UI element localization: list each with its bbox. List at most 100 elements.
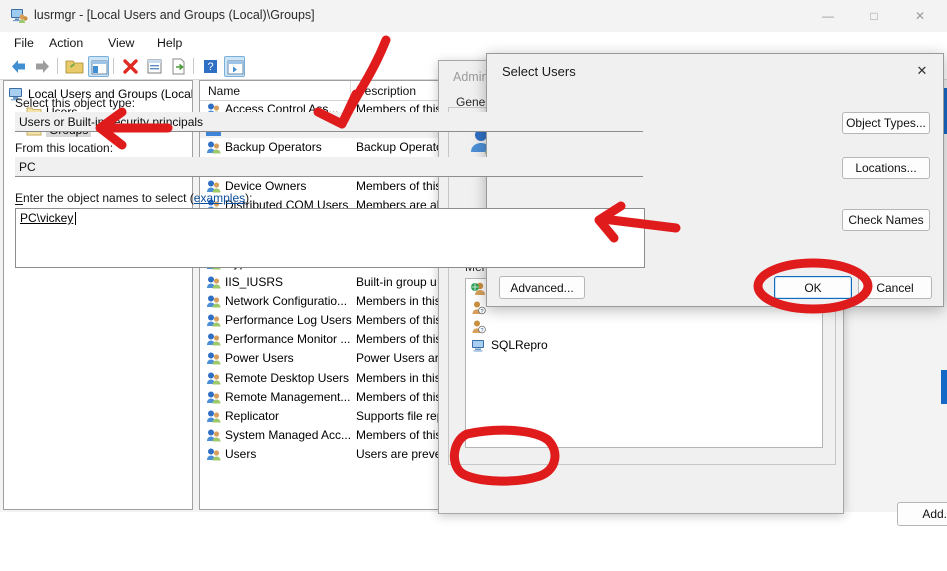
user-unknown-icon: ? [471,300,486,315]
show-hide-action-pane-icon[interactable] [224,56,245,77]
group-description-cell: Members of this [356,332,442,347]
delete-icon[interactable] [120,56,141,77]
minimize-icon: — [822,9,834,23]
svg-text:?: ? [207,61,213,73]
export-list-icon[interactable] [168,56,189,77]
group-icon [206,409,221,424]
show-hide-console-tree-icon[interactable] [88,56,109,77]
toolbar-separator [113,58,114,74]
group-icon [206,294,221,309]
select-users-title: Select Users [502,64,576,79]
group-description-cell: Users are preven [356,447,444,462]
group-icon [206,390,221,405]
table-row[interactable]: Replicator Supports file rep [200,407,443,426]
group-name-cell: IIS_IUSRS [225,274,284,289]
svg-text:?: ? [481,328,484,334]
text-caret [75,212,76,225]
group-icon [206,140,221,155]
object-type-label: Select this object type: [15,96,136,110]
group-name-cell: Remote Desktop Users [225,370,350,385]
menu-bar: File Action View Help [0,32,947,55]
table-row[interactable]: Remote Desktop Users Members in this [200,369,443,388]
object-types-button[interactable]: Object Types... [842,112,930,134]
group-description-cell: Built-in group u [356,274,437,289]
toolbar-separator [193,58,194,74]
groups-list-rows: Access Control Ass...Members of thisAdmi… [200,100,443,465]
user-computer-icon [471,338,486,353]
add-button[interactable]: Add... [897,502,947,526]
menu-help[interactable]: Help [152,35,187,51]
group-name-cell: Power Users [225,351,294,366]
maximize-button[interactable]: □ [851,0,897,32]
table-row[interactable]: Users Users are preven [200,445,443,464]
forward-icon[interactable] [32,56,53,77]
group-name-cell: Performance Log Users [225,313,352,328]
accelerator-underline [15,204,23,205]
select-users-ok-button[interactable]: OK [774,276,852,299]
group-description-cell: Supports file rep [356,409,444,423]
group-name-cell: Replicator [225,409,280,423]
menu-action[interactable]: Action [44,35,88,51]
table-row[interactable]: Performance Monitor ... Members of this [200,330,443,349]
select-users-cancel-button[interactable]: Cancel [858,276,932,299]
group-name-cell: Users [225,447,257,462]
close-button[interactable]: ✕ [897,0,943,32]
group-icon [206,351,221,366]
maximize-icon: □ [870,9,878,23]
object-type-input[interactable] [15,112,643,132]
object-names-label-prefix: Enter the object names to select ( [15,191,194,205]
group-description-cell: Members in this [356,370,441,385]
group-icon [206,275,221,290]
table-row[interactable]: Performance Log Users Members of this [200,311,443,330]
table-row[interactable]: Network Configuratio... Members in this [200,292,443,311]
group-icon [206,447,221,462]
group-description-cell: Members of this [356,313,442,328]
toolbar-separator [57,58,58,74]
table-row[interactable]: System Managed Acc... Members of this [200,426,443,445]
member-list-item[interactable]: SQLRepro [466,336,822,355]
show-hide-folder-icon[interactable] [64,56,85,77]
table-row[interactable]: Backup Operators Backup Operato [200,138,443,157]
locations-button[interactable]: Locations... [842,157,930,179]
groups-list-pane[interactable]: Name Description Access Control Ass... Me… [199,80,444,510]
table-row[interactable]: IIS_IUSRS Built-in group u [200,273,443,292]
list-header: Name Description [200,81,443,101]
minimize-button[interactable]: — [805,0,851,32]
back-icon[interactable] [8,56,29,77]
object-names-textarea[interactable]: PC\vickey [15,208,645,268]
member-list-item[interactable]: ? [466,317,822,336]
help-icon[interactable]: ? [200,56,221,77]
column-header-name[interactable]: Name [208,84,240,98]
group-name-cell: Remote Management... [225,389,351,404]
menu-view[interactable]: View [103,35,139,51]
title-bar: lusrmgr - [Local Users and Groups (Local… [0,0,947,32]
close-icon: ✕ [914,9,926,23]
select-users-dialog[interactable]: Select Users ✕ [486,53,944,307]
user-unknown-icon: ? [471,319,486,334]
member-name: SQLRepro [491,338,548,352]
object-names-value: PC\vickey [20,211,74,225]
group-description-cell: Members in this [356,293,441,308]
column-header-description[interactable]: Description [356,84,416,98]
menu-file[interactable]: File [9,35,39,51]
select-users-close-icon[interactable]: ✕ [905,58,939,84]
check-names-button[interactable]: Check Names [842,209,930,231]
location-input[interactable] [15,157,643,177]
group-name-cell: Performance Monitor ... [225,332,351,347]
column-divider[interactable] [350,81,351,100]
group-description-cell: Members of this [356,178,442,193]
group-description-cell: Members of this [356,428,442,443]
table-row[interactable]: Remote Management... Members of this [200,388,443,407]
group-name-cell: System Managed Acc... [225,428,352,443]
table-row[interactable]: Power Users Power Users are [200,349,443,368]
group-name-cell: Network Configuratio... [225,293,348,308]
group-icon [206,332,221,347]
right-edge-scrollbar-bottom[interactable] [941,370,947,404]
svg-text:?: ? [481,309,484,315]
advanced-button[interactable]: Advanced... [499,276,585,299]
object-names-label: Enter the object names to select (exampl… [15,191,252,205]
examples-link[interactable]: examples [194,191,245,205]
group-icon [206,313,221,328]
group-icon [206,428,221,443]
properties-icon[interactable] [144,56,165,77]
